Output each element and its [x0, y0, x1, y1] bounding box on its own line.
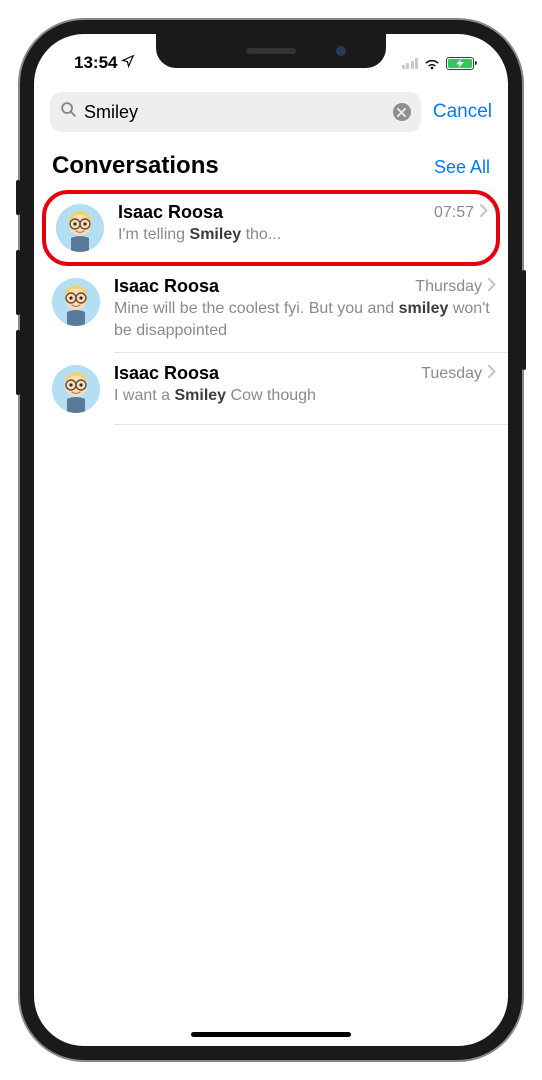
phone-frame: 13:54 — [20, 20, 522, 1060]
mute-switch — [16, 180, 20, 215]
search-icon — [60, 101, 77, 123]
power-button — [522, 270, 526, 370]
screen: 13:54 — [34, 34, 508, 1046]
timestamp: 07:57 — [434, 204, 474, 222]
timestamp: Thursday — [415, 278, 482, 296]
signal-strength-icon — [402, 57, 419, 69]
contact-name: Isaac Roosa — [118, 202, 223, 223]
speaker-grille — [246, 48, 296, 54]
home-indicator[interactable] — [191, 1032, 351, 1037]
battery-icon — [446, 57, 474, 70]
volume-down-button — [16, 330, 20, 395]
cancel-button[interactable]: Cancel — [433, 101, 492, 123]
status-time: 13:54 — [74, 53, 117, 73]
search-row: Smiley Cancel — [34, 84, 508, 144]
search-field[interactable]: Smiley — [50, 92, 421, 132]
results-list: Isaac Roosa 07:57 I'm telling Smiley tho… — [34, 190, 508, 425]
conversation-row[interactable]: Isaac Roosa Thursday Mine will be the co… — [34, 266, 508, 353]
timestamp: Tuesday — [421, 365, 482, 383]
chevron-right-icon — [488, 278, 496, 296]
wifi-icon — [423, 57, 441, 70]
chevron-right-icon — [480, 204, 488, 222]
chevron-right-icon — [488, 365, 496, 383]
message-preview: I'm telling Smiley tho... — [118, 224, 488, 246]
section-title: Conversations — [52, 152, 219, 180]
volume-up-button — [16, 250, 20, 315]
notch — [156, 34, 386, 68]
section-header: Conversations See All — [34, 144, 508, 190]
conversation-row[interactable]: Isaac Roosa 07:57 I'm telling Smiley tho… — [42, 190, 500, 266]
message-preview: I want a Smiley Cow though — [114, 385, 496, 407]
location-arrow-icon — [121, 53, 135, 73]
contact-name: Isaac Roosa — [114, 276, 219, 297]
contact-name: Isaac Roosa — [114, 363, 219, 384]
avatar — [56, 204, 104, 252]
message-preview: Mine will be the coolest fyi. But you an… — [114, 298, 496, 341]
front-camera — [336, 46, 346, 56]
conversation-row[interactable]: Isaac Roosa Tuesday I want a Smiley Cow … — [34, 353, 508, 425]
avatar — [52, 278, 100, 326]
see-all-button[interactable]: See All — [434, 157, 490, 178]
avatar — [52, 365, 100, 413]
search-input[interactable]: Smiley — [84, 102, 386, 123]
clear-search-button[interactable] — [393, 103, 411, 121]
